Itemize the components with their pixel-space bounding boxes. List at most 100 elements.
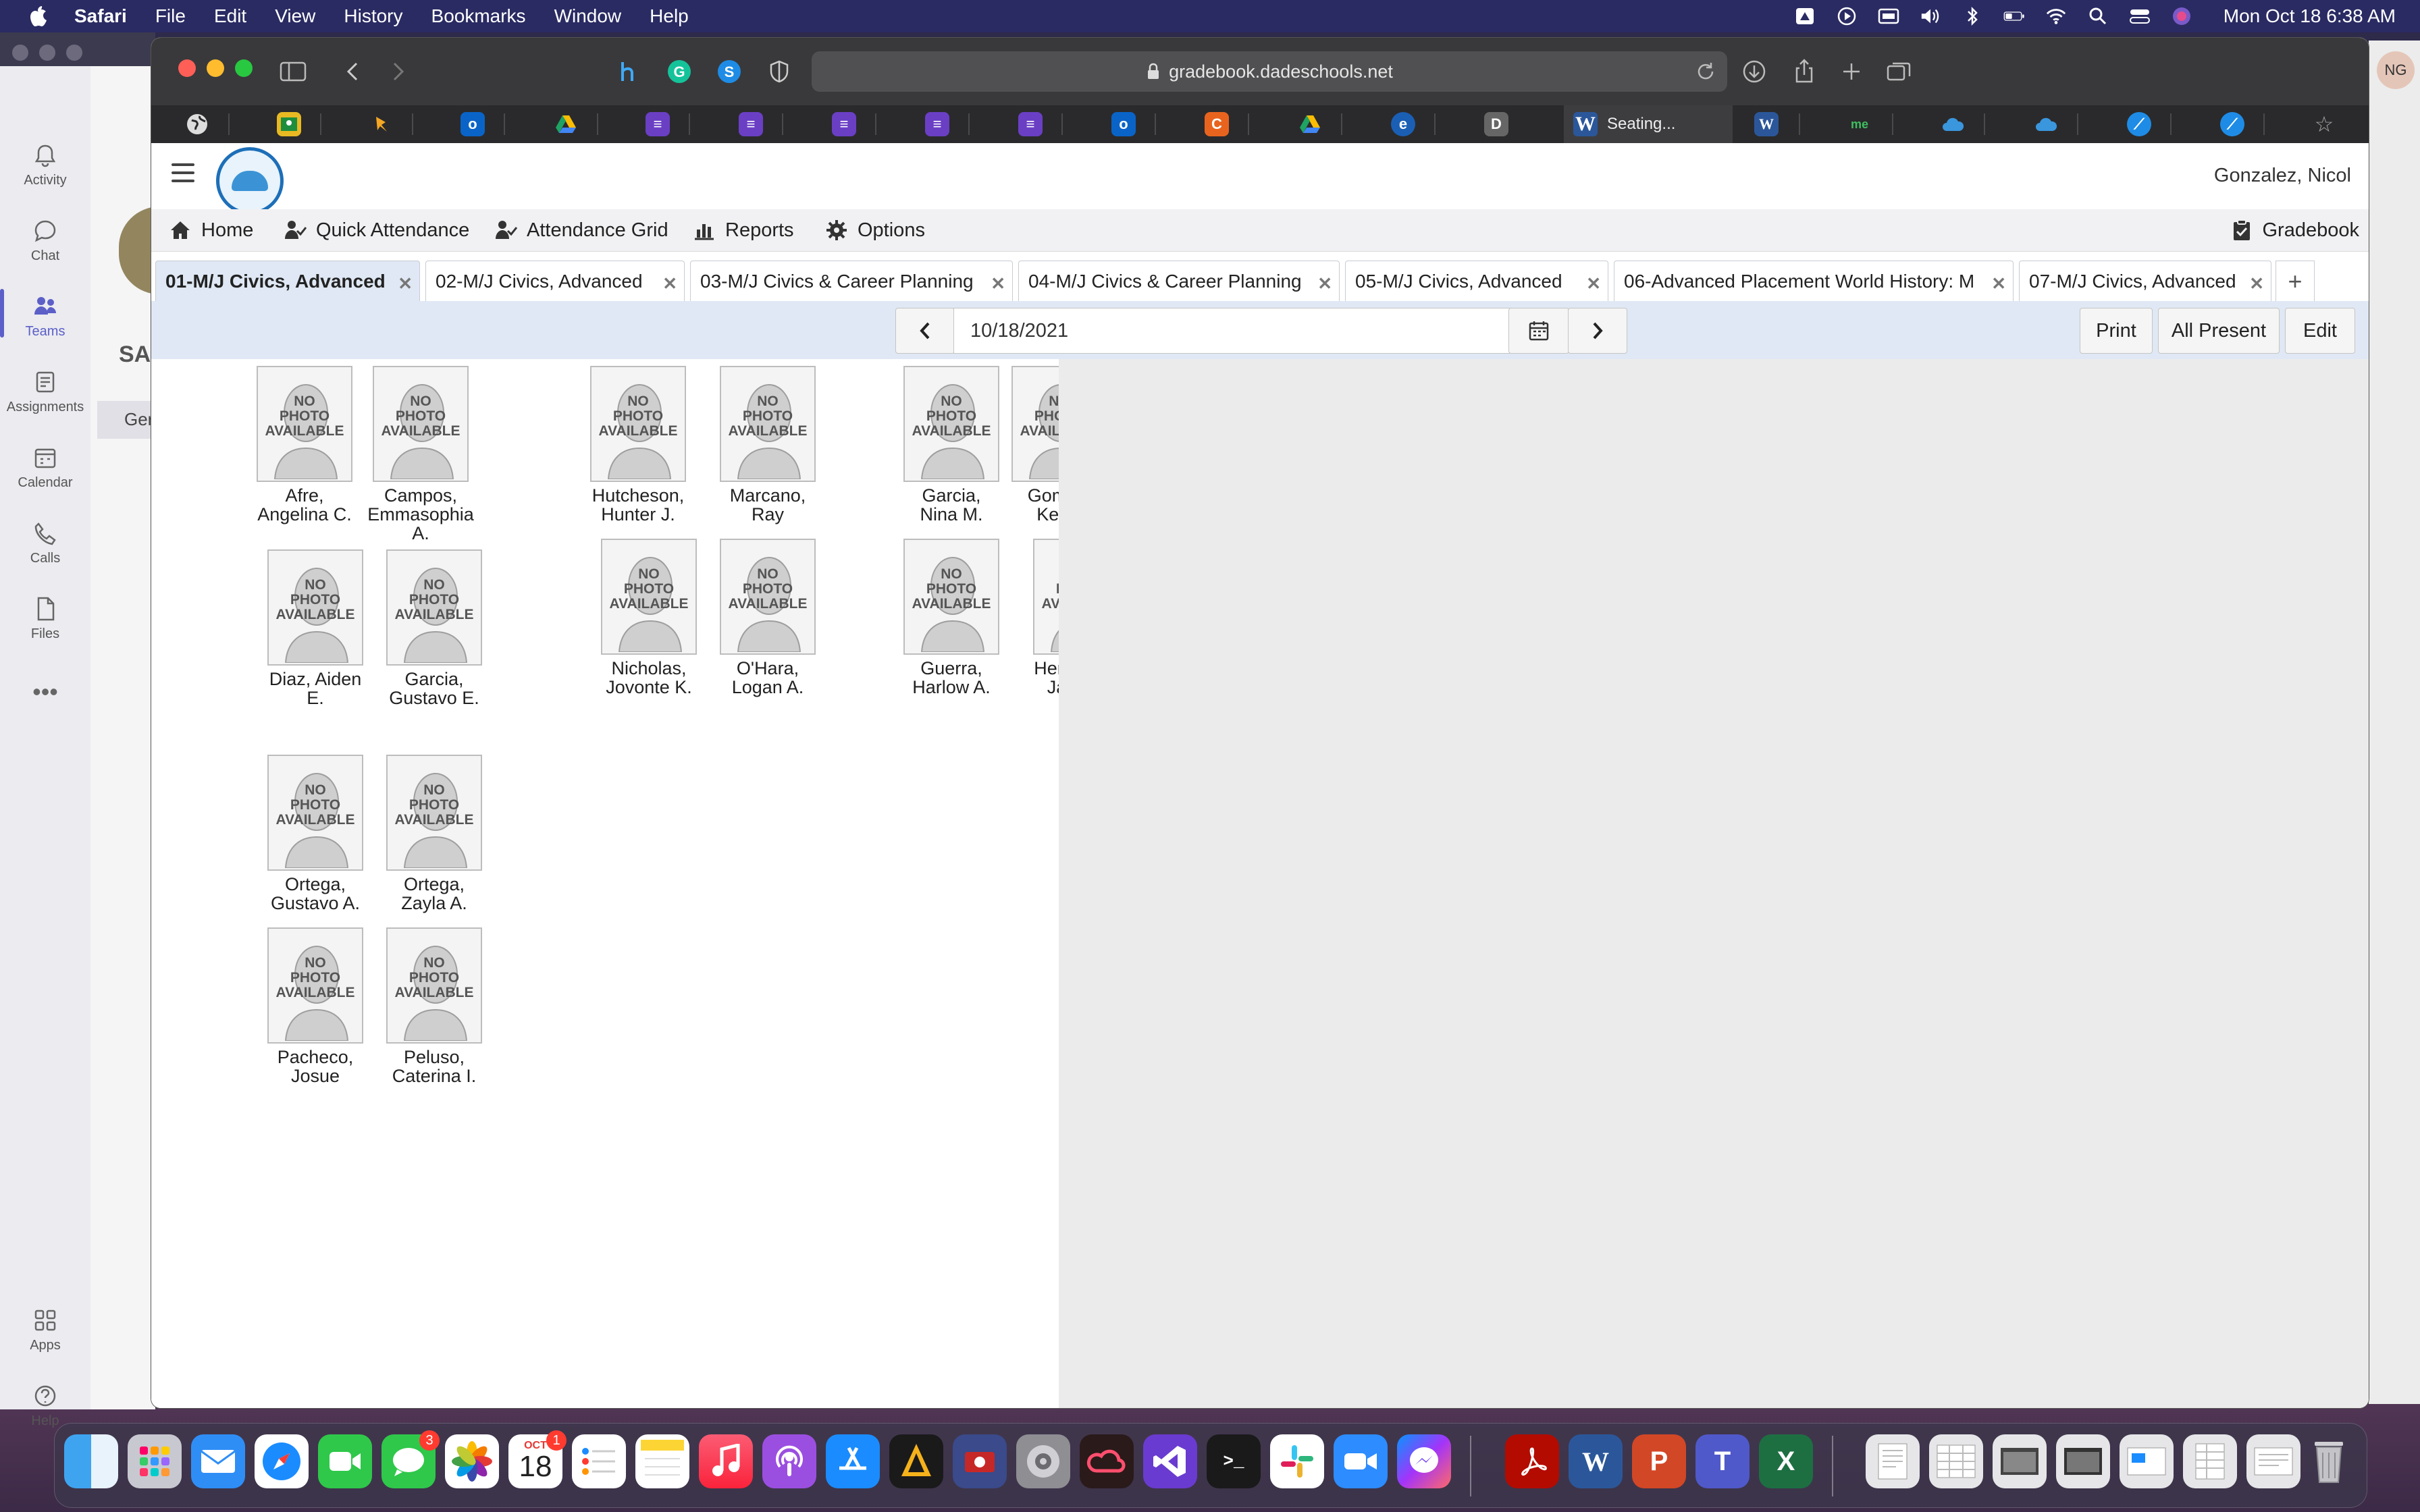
reload-icon[interactable] bbox=[1695, 61, 1716, 82]
tab-period-03[interactable]: 03-M/J Civics & Career Planning ✕ bbox=[690, 261, 1013, 301]
rail-activity[interactable]: Activity bbox=[0, 142, 90, 188]
compass-link-icon-2[interactable]: ⟋ bbox=[2220, 112, 2244, 136]
print-button[interactable]: Print bbox=[2080, 308, 2153, 354]
tab-period-07[interactable]: 07-M/J Civics, Advanced ✕ bbox=[2019, 261, 2271, 301]
recent-pdf-icon[interactable] bbox=[2246, 1434, 2300, 1488]
forms-icon-3[interactable]: ≡ bbox=[832, 112, 856, 136]
hamburger-menu-icon[interactable] bbox=[172, 163, 194, 184]
close-icon[interactable]: ✕ bbox=[398, 273, 413, 294]
previous-date-button[interactable] bbox=[895, 308, 955, 354]
excel-icon[interactable]: X bbox=[1759, 1434, 1813, 1488]
menu-app-name[interactable]: Safari bbox=[74, 5, 127, 27]
pin-icon[interactable] bbox=[369, 112, 393, 136]
podcasts-icon[interactable] bbox=[762, 1434, 816, 1488]
zoom-window-button[interactable] bbox=[235, 59, 253, 77]
tab-overview-icon[interactable] bbox=[1884, 57, 1914, 86]
window-zoom-button[interactable] bbox=[66, 45, 82, 61]
next-date-button[interactable] bbox=[1568, 308, 1627, 354]
shield-icon[interactable] bbox=[764, 57, 794, 86]
calendar-app-icon[interactable]: OCT 18 1 bbox=[508, 1430, 567, 1488]
onedrive-cloud-icon[interactable] bbox=[1941, 112, 1965, 136]
zoom-icon[interactable] bbox=[1334, 1434, 1388, 1488]
student-seat[interactable]: NO PHOTO AVAILABLE Nicholas, Jovonte K. bbox=[585, 539, 713, 697]
student-seat[interactable]: NO PHOTO AVAILABLE Campos, Emmasophia A. bbox=[357, 366, 485, 543]
forms-icon-4[interactable]: ≡ bbox=[925, 112, 949, 136]
messages-icon[interactable]: 3 bbox=[382, 1430, 440, 1488]
honey-extension-icon[interactable] bbox=[614, 57, 644, 86]
minimize-window-button[interactable] bbox=[207, 59, 224, 77]
facetime-icon[interactable] bbox=[318, 1434, 372, 1488]
recent-spreadsheet-icon-2[interactable] bbox=[2183, 1434, 2237, 1488]
menu-window[interactable]: Window bbox=[554, 5, 622, 27]
tab-period-01[interactable]: 01-M/J Civics, Advanced ✕ bbox=[155, 261, 420, 301]
rail-teams[interactable]: Teams bbox=[0, 289, 90, 340]
safari-icon[interactable] bbox=[255, 1434, 309, 1488]
teams-app-icon[interactable]: T bbox=[1695, 1434, 1750, 1488]
rail-assignments[interactable]: Assignments bbox=[0, 369, 90, 415]
close-icon[interactable]: ✕ bbox=[1586, 273, 1601, 294]
date-input[interactable]: 10/18/2021 bbox=[953, 308, 1510, 354]
rail-calls[interactable]: Calls bbox=[0, 520, 90, 566]
forms-icon-2[interactable]: ≡ bbox=[739, 112, 763, 136]
wifi-icon[interactable] bbox=[2045, 7, 2067, 26]
mail-icon[interactable] bbox=[191, 1434, 245, 1488]
close-icon[interactable]: ✕ bbox=[662, 273, 677, 294]
rail-files[interactable]: Files bbox=[0, 595, 90, 642]
drive-status-icon[interactable] bbox=[1794, 7, 1816, 26]
terminal-icon[interactable]: >_ bbox=[1207, 1434, 1261, 1488]
display-icon[interactable] bbox=[1878, 7, 1899, 26]
window-minimize-button[interactable] bbox=[39, 45, 55, 61]
forward-arrow-icon[interactable] bbox=[384, 57, 413, 86]
district-portal-icon[interactable]: e bbox=[1391, 112, 1415, 136]
finder-icon[interactable] bbox=[64, 1434, 118, 1488]
general-channel-item[interactable]: Ger bbox=[97, 401, 155, 439]
menu-help[interactable]: Help bbox=[650, 5, 689, 27]
new-tab-plus-icon[interactable] bbox=[1837, 57, 1866, 86]
music-icon[interactable] bbox=[699, 1434, 753, 1488]
system-preferences-icon[interactable] bbox=[1016, 1434, 1070, 1488]
student-seat[interactable]: NO PHOTO AVAILABLE Diaz, Aiden E. bbox=[251, 549, 379, 707]
skype-icon[interactable]: S bbox=[714, 57, 744, 86]
recent-document-icon[interactable] bbox=[1866, 1434, 1920, 1488]
control-center-icon[interactable] bbox=[2129, 7, 2151, 26]
clever-icon[interactable]: C bbox=[1205, 112, 1229, 136]
apple-menu-icon[interactable] bbox=[28, 5, 49, 28]
powerpoint-icon[interactable]: P bbox=[1632, 1434, 1686, 1488]
student-seat[interactable]: NO PHOTO AVAILABLE Pacheco, Josue bbox=[251, 927, 379, 1085]
close-icon[interactable]: ✕ bbox=[2249, 273, 2264, 294]
bluetooth-icon[interactable] bbox=[1962, 6, 1983, 26]
back-arrow-icon[interactable] bbox=[338, 57, 367, 86]
nav-home[interactable]: Home bbox=[169, 209, 253, 251]
rail-calendar[interactable]: Calendar bbox=[0, 444, 90, 491]
menu-edit[interactable]: Edit bbox=[214, 5, 246, 27]
student-seat[interactable]: NO PHOTO AVAILABLE O'Hara, Logan A. bbox=[704, 539, 832, 697]
d-site-icon[interactable]: D bbox=[1484, 112, 1508, 136]
nav-attendance-grid[interactable]: Attendance Grid bbox=[494, 209, 668, 251]
word-icon-2[interactable]: W bbox=[1754, 112, 1779, 136]
mcgraw-icon[interactable]: me bbox=[1847, 112, 1872, 136]
word-app-icon[interactable]: W bbox=[1569, 1434, 1623, 1488]
creative-cloud-icon[interactable] bbox=[1080, 1434, 1134, 1488]
menu-bar-clock[interactable]: Mon Oct 18 6:38 AM bbox=[2224, 5, 2396, 27]
user-name[interactable]: Gonzalez, Nicol bbox=[2214, 165, 2351, 187]
add-tab-button[interactable]: + bbox=[2276, 261, 2315, 302]
rail-help[interactable]: Help bbox=[0, 1382, 90, 1429]
tab-period-04[interactable]: 04-M/J Civics & Career Planning ✕ bbox=[1018, 261, 1340, 301]
student-seat[interactable]: NO PHOTO AVAILABLE Ortega, Zayla A. bbox=[370, 755, 498, 913]
forms-icon[interactable]: ≡ bbox=[646, 112, 670, 136]
battery-icon[interactable] bbox=[2003, 7, 2025, 26]
all-present-button[interactable]: All Present bbox=[2158, 308, 2280, 354]
window-close-button[interactable] bbox=[12, 45, 28, 61]
outlook-icon[interactable]: o bbox=[461, 112, 485, 136]
game-app-icon[interactable] bbox=[889, 1434, 943, 1488]
student-seat[interactable]: NO PHOTO AVAILABLE Guerra, Harlow A. bbox=[887, 539, 1016, 697]
messenger-icon[interactable] bbox=[1397, 1434, 1451, 1488]
nav-gradebook[interactable]: Gradebook bbox=[2230, 209, 2359, 251]
active-pinned-tab[interactable]: W Seating... bbox=[1564, 105, 1733, 143]
slack-icon[interactable] bbox=[1270, 1434, 1324, 1488]
siri-icon[interactable] bbox=[2171, 7, 2192, 26]
more-apps-ellipsis[interactable]: ••• bbox=[0, 678, 90, 706]
tab-period-06[interactable]: 06-Advanced Placement World History: M ✕ bbox=[1614, 261, 2014, 301]
trash-icon[interactable] bbox=[2302, 1434, 2356, 1488]
share-icon[interactable] bbox=[1789, 57, 1819, 86]
